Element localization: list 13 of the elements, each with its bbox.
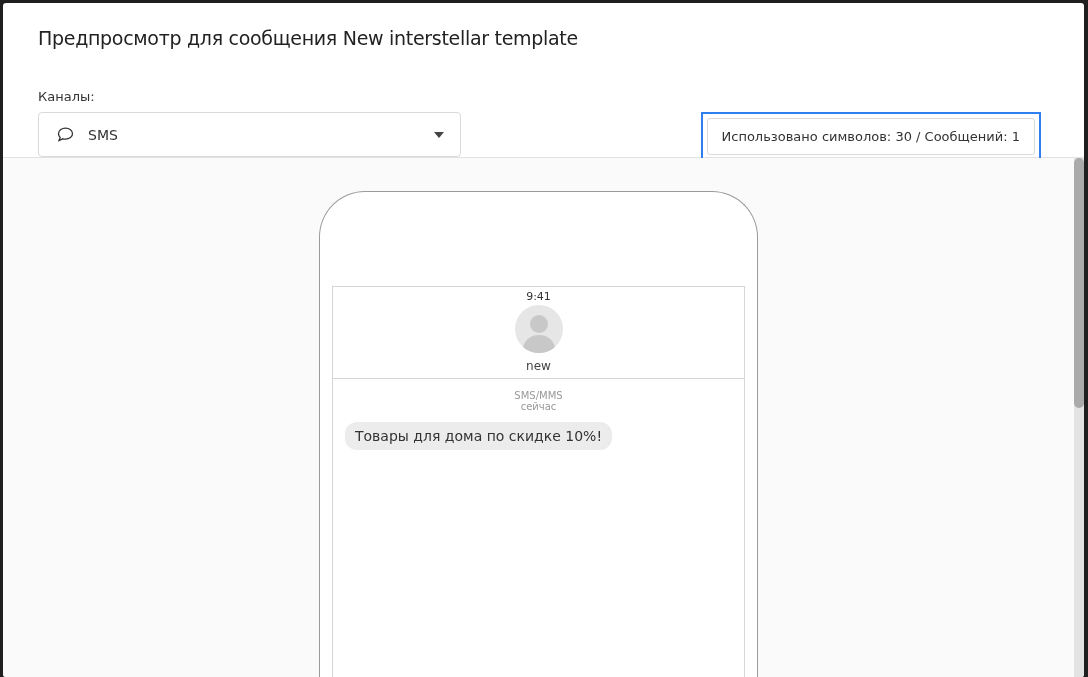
service-label: SMS/MMS [514,390,563,401]
timestamp-label: сейчас [520,401,557,412]
status-time: 9:41 [526,290,551,303]
avatar-icon [514,305,563,353]
channels-label: Каналы: [38,89,96,104]
caret-icon [434,131,444,138]
scrollbar[interactable] [1074,158,1084,677]
message-bubble: Товары для дома по скидке 10%! [345,422,613,450]
chat-bubble-icon [57,127,74,142]
dialog-title: Предпросмотр для сообщения New interstellar template [38,27,579,49]
contact-name: new [526,359,551,373]
channel-select[interactable]: SMS [38,112,461,157]
character-counter-button[interactable]: Использовано символов: 30 / Сообщений: 1 [706,118,1035,155]
